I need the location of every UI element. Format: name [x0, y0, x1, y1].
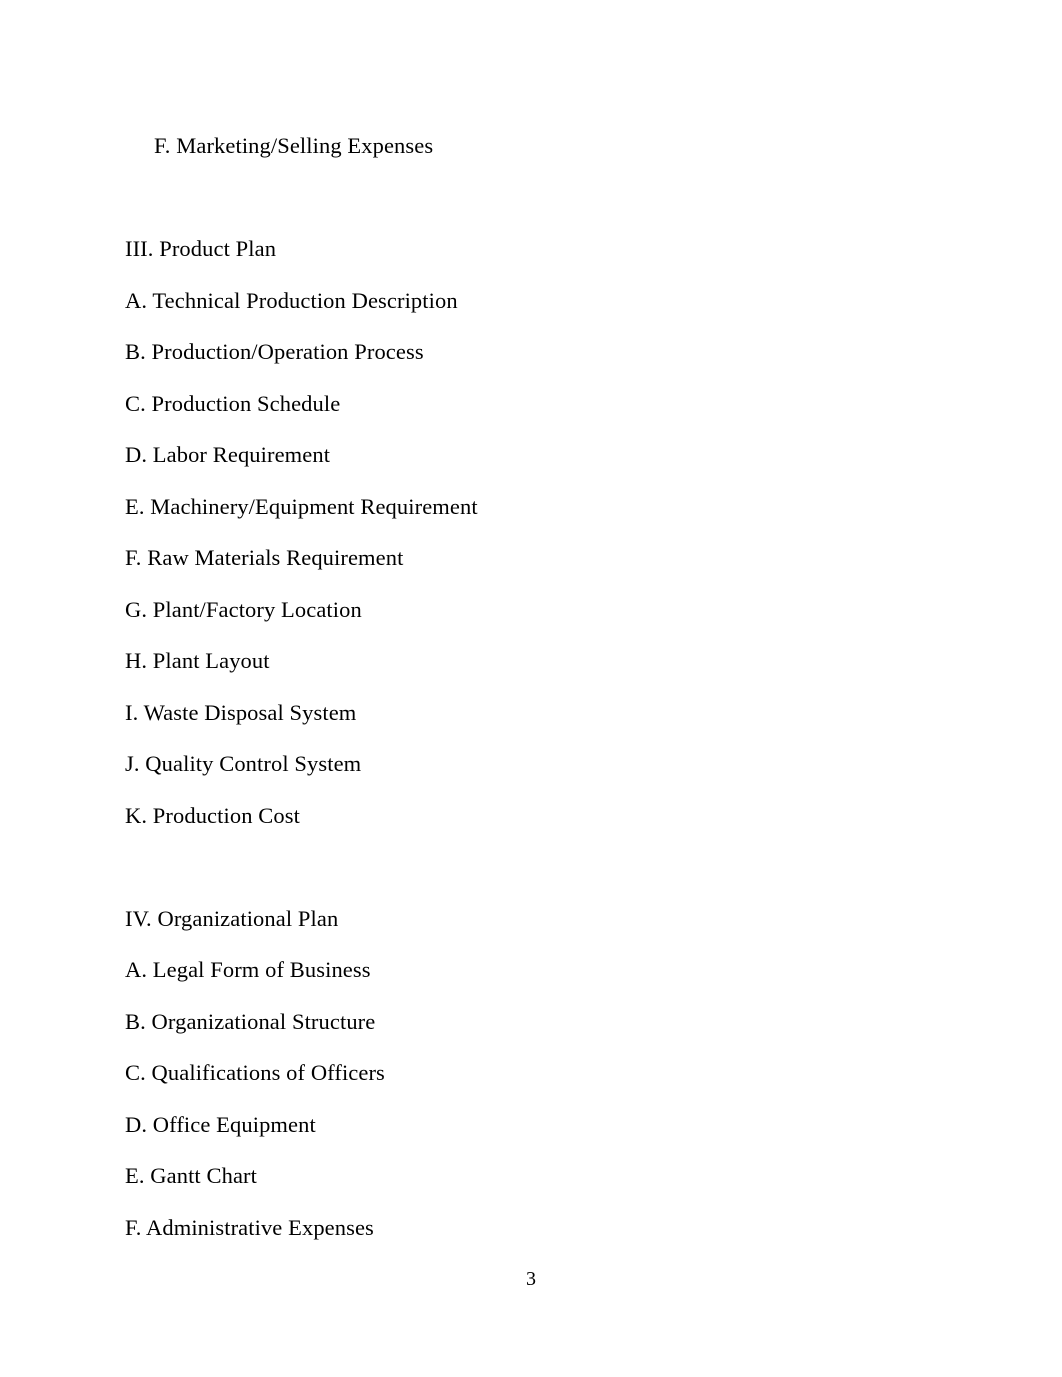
outline-line: IV. Organizational Plan [125, 905, 339, 931]
outline-line: B. Production/Operation Process [125, 339, 424, 364]
outline-line: III. Product Plan [125, 236, 277, 261]
outline-line: D. Labor Requirement [125, 442, 331, 467]
outline-line: F. Administrative Expenses [125, 1214, 374, 1240]
outline-line: H. Plant Layout [125, 648, 270, 673]
outline-line: F. Raw Materials Requirement [125, 545, 404, 570]
outline-line: J. Quality Control System [125, 751, 362, 776]
outline-body: F. Marketing/Selling Expenses III. Produc… [125, 120, 945, 1253]
outline-line: A. Technical Production Description [125, 287, 458, 313]
outline-line: D. Office Equipment [125, 1111, 316, 1137]
outline-line: I. Waste Disposal System [125, 699, 357, 725]
outline-line: E. Machinery/Equipment Requirement [125, 493, 478, 519]
outline-line: C. Qualifications of Officers [125, 1060, 385, 1085]
outline-line: F. Marketing/Selling Expenses [154, 133, 434, 158]
outline-line: K. Production Cost [125, 802, 300, 828]
document-page: F. Marketing/Selling Expenses III. Produc… [0, 0, 1062, 1377]
outline-line: E. Gantt Chart [125, 1163, 257, 1188]
outline-line: A. Legal Form of Business [125, 957, 371, 982]
outline-line: G. Plant/Factory Location [125, 596, 362, 622]
page-number: 3 [526, 1268, 536, 1290]
outline-line: C. Production Schedule [125, 390, 341, 416]
outline-line: B. Organizational Structure [125, 1008, 376, 1034]
